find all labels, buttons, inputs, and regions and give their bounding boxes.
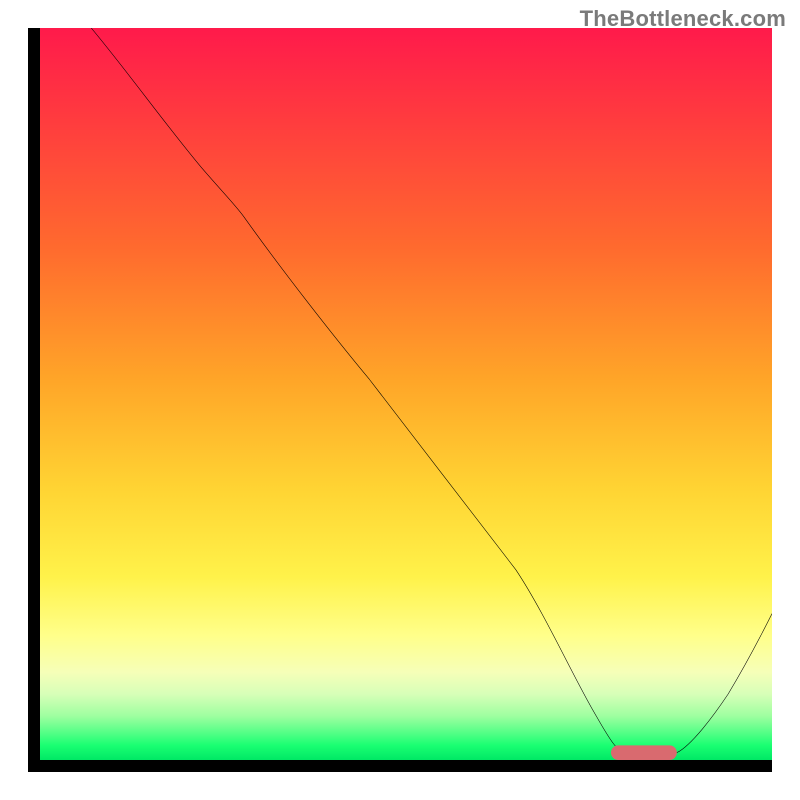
bottleneck-curve — [40, 28, 772, 760]
watermark-text: TheBottleneck.com — [580, 6, 786, 32]
optimal-range-marker — [611, 745, 677, 760]
plot-area — [28, 28, 772, 772]
curve-path — [91, 28, 772, 757]
chart-container: TheBottleneck.com — [0, 0, 800, 800]
